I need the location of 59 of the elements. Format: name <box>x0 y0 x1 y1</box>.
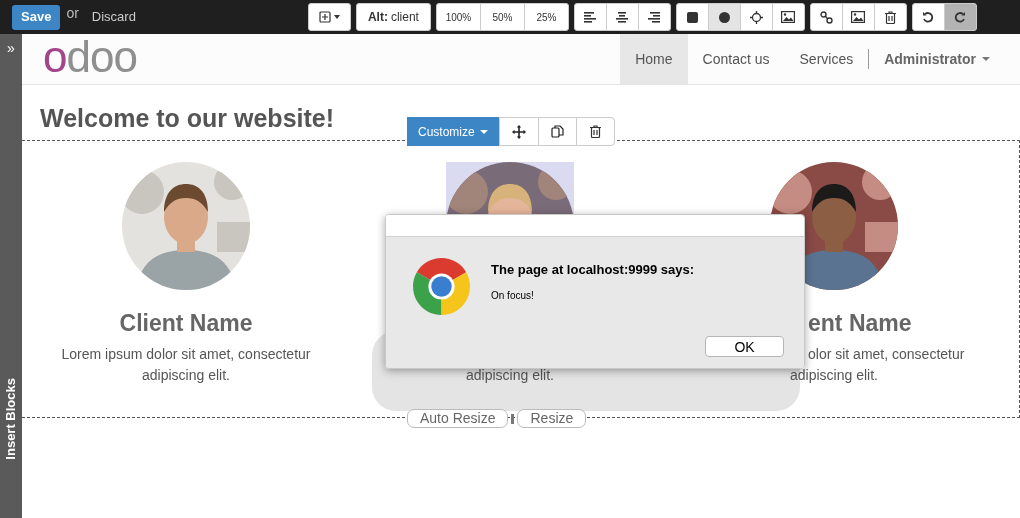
or-label: or <box>66 3 79 23</box>
toolbar-button[interactable] <box>637 3 671 31</box>
client-description: adipiscing elit. <box>142 366 230 385</box>
circle-icon <box>718 11 730 23</box>
resize-button[interactable]: Auto Resize <box>407 409 509 428</box>
align-center-icon <box>616 11 629 23</box>
browser-logo-icon <box>413 258 470 315</box>
caret-icon <box>333 15 340 19</box>
dialog-title: The page at localhost:9999 says: <box>491 261 696 279</box>
square-icon <box>686 11 698 23</box>
toolbar-button[interactable] <box>911 3 945 31</box>
client-description: adipiscing elit. <box>790 366 878 385</box>
client-name: ent Name <box>808 308 912 338</box>
nav-link[interactable]: Services <box>784 34 869 84</box>
toolbar-button[interactable] <box>841 3 875 31</box>
toolbar-button[interactable] <box>675 3 709 31</box>
align-left-icon <box>584 11 597 23</box>
toolbar-button[interactable]: 25% <box>523 3 569 31</box>
toolbar-button[interactable] <box>873 3 907 31</box>
image-icon <box>851 11 866 23</box>
toolbar-button[interactable] <box>943 3 977 31</box>
toolbar-button[interactable] <box>605 3 639 31</box>
clone-icon <box>550 125 564 138</box>
resize-button[interactable]: Resize <box>517 409 587 428</box>
logo: odoo <box>43 35 137 79</box>
move-icon <box>511 124 526 139</box>
trash-icon <box>589 125 601 138</box>
save-button[interactable]: Save <box>12 4 61 30</box>
toolbar-button[interactable] <box>307 3 351 31</box>
link-icon <box>819 10 833 24</box>
toolbar-button[interactable]: 50% <box>479 3 525 31</box>
toolbar-button[interactable]: 100% <box>435 3 481 31</box>
redo-icon <box>954 11 967 23</box>
client-description: olor sit amet, consectetur <box>808 345 965 364</box>
toolbar-button[interactable] <box>573 3 607 31</box>
toolbar-button[interactable] <box>739 3 773 31</box>
toolbar-button[interactable] <box>809 3 843 31</box>
toolbar-button[interactable] <box>771 3 805 31</box>
user-menu[interactable]: Administrator <box>869 48 990 70</box>
nav-link[interactable]: Contact us <box>687 34 785 84</box>
page-heading: Welcome to our website! <box>40 102 335 134</box>
customize-button[interactable]: Customize <box>407 117 499 146</box>
discard-link[interactable]: Discard <box>91 7 136 27</box>
nav-link[interactable]: Home <box>620 34 688 84</box>
insert-blocks-label[interactable]: Insert Blocks <box>1 378 21 460</box>
image-icon <box>781 11 796 23</box>
toolbar-button[interactable] <box>707 3 741 31</box>
toolbar-button[interactable]: Alt: client <box>355 3 431 31</box>
align-right-icon <box>648 11 661 23</box>
sun-icon <box>749 10 763 24</box>
undo-icon <box>922 11 935 23</box>
ok-button[interactable]: OK <box>705 335 784 357</box>
expand-toggle[interactable]: » <box>7 40 15 56</box>
plus-square-icon <box>318 11 331 23</box>
dialog-message: On focus! <box>491 288 535 303</box>
client-description: Lorem ipsum dolor sit amet, consectetur <box>61 345 311 364</box>
client-name: Client Name <box>119 308 253 338</box>
trash-icon <box>884 10 896 24</box>
client-description: adipiscing elit. <box>466 366 554 385</box>
